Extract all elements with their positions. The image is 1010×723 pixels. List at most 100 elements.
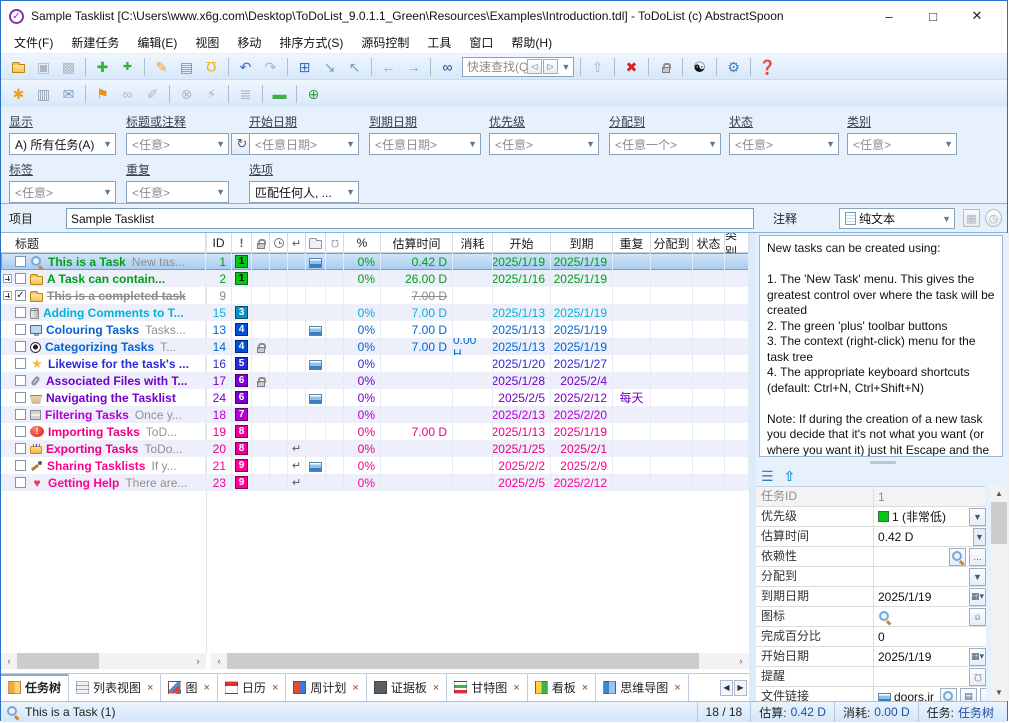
project-input[interactable] [66,208,754,229]
open-button[interactable]: ▤ [960,688,977,702]
filter-combo[interactable]: 匹配任何人, ...▼ [249,181,359,203]
attribute-value[interactable]: Ω [874,668,986,686]
column-header-clock[interactable] [270,233,288,253]
column-header-cat[interactable]: 类别 [725,233,749,253]
tab-图[interactable]: 图× [161,674,217,701]
new-tasklist-button[interactable]: ✱ [6,83,31,105]
menu-item-0[interactable]: 文件(F) [5,32,62,53]
spin-button[interactable]: ▼ [973,528,986,546]
expand-icon[interactable] [3,274,12,283]
tab-close-icon[interactable]: × [203,682,209,694]
task-row[interactable]: A Task can contain...210%26.00 D2025/1/1… [1,270,749,287]
filter-combo[interactable]: <任意>▼ [729,133,839,155]
tab-证据板[interactable]: 证据板× [367,674,447,701]
close-button[interactable]: ✕ [955,2,999,30]
expand-icon[interactable] [3,291,12,300]
attribute-value[interactable]: 0 [874,630,986,644]
scroll-right-icon[interactable]: › [733,653,749,669]
scroll-left-icon[interactable]: ‹ [211,653,227,669]
task-checkbox[interactable] [15,409,26,420]
filter-combo[interactable]: <任意>▼ [9,181,116,203]
task-checkbox[interactable] [15,273,26,284]
filter-combo[interactable]: <任意>▼ [847,133,957,155]
chevron-down-icon[interactable]: ▼ [559,62,573,72]
column-header-status[interactable]: 状态 [693,233,725,253]
column-header-est[interactable]: 估算时间 [381,233,453,253]
save-all-button[interactable]: ▩ [56,56,81,78]
task-checkbox[interactable] [15,460,26,471]
task-row[interactable]: Associated Files with T...1760%2025/1/28… [1,372,749,389]
attribute-value[interactable]: doors.jr▤▼ [874,688,986,702]
column-header-due[interactable]: 到期 [551,233,613,253]
outdent-task-button[interactable]: ↖ [342,56,367,78]
menu-item-9[interactable]: 帮助(H) [502,32,561,53]
tab-甘特图[interactable]: 甘特图× [447,674,527,701]
scroll-left-icon[interactable]: ‹ [1,653,17,669]
menu-item-5[interactable]: 排序方式(S) [270,32,352,53]
tab-思维导图[interactable]: 思维导图× [596,674,688,701]
task-row[interactable]: Categorizing TasksT...1440%7.00 D0.00 H2… [1,338,749,355]
undo-button[interactable]: ↶ [233,56,258,78]
attributes-vscrollbar[interactable]: ▲ ▼ [991,486,1007,701]
menu-item-3[interactable]: 视图 [186,32,228,53]
attribute-value[interactable]: 1 (非常低)▼ [874,508,986,526]
scroll-down-icon[interactable]: ▼ [991,685,1007,701]
search-button[interactable] [949,548,966,566]
menu-item-8[interactable]: 窗口 [460,32,502,53]
scroll-track[interactable] [227,653,733,669]
tab-日历[interactable]: 日历× [218,674,286,701]
task-checkbox[interactable] [15,477,26,488]
filter-combo[interactable]: <任意一个>▼ [609,133,721,155]
nav-forward-button[interactable]: → [401,56,426,78]
column-header-start[interactable]: 开始 [493,233,551,253]
bell-button[interactable]: Ω [969,668,986,686]
save-button[interactable]: ▣ [31,56,56,78]
tab-任务树[interactable]: 任务树 [1,674,69,701]
tab-close-icon[interactable]: × [433,682,439,694]
task-row[interactable]: Sharing TasklistsIf y...219↵0%2025/2/220… [1,457,749,474]
filter-combo[interactable]: <任意>▼ [126,181,229,203]
toggle-theme-button[interactable]: ☯ [687,56,712,78]
task-checkbox[interactable] [15,443,26,454]
column-header-assign[interactable]: 分配到 [651,233,693,253]
scroll-thumb[interactable] [227,653,699,669]
task-row[interactable]: Filtering TasksOnce y...1870%2025/2/1320… [1,406,749,423]
menu-item-1[interactable]: 新建任务 [62,32,128,53]
preferences-gear-button[interactable]: ⚙ [721,56,746,78]
task-checkbox[interactable] [15,324,26,335]
menu-item-7[interactable]: 工具 [418,32,460,53]
maximize-view-button[interactable]: ⊞ [292,56,317,78]
sort-attributes-icon[interactable]: ⇧ [784,468,796,485]
task-title-cell[interactable]: !Importing TasksToD... [1,423,206,440]
redo-button[interactable]: ↷ [258,56,283,78]
sort-button[interactable]: ⇧ [585,56,610,78]
column-header-recur[interactable]: 重复 [613,233,651,253]
tab-close-icon[interactable]: × [513,682,519,694]
comments-clock-button[interactable]: ◷ [985,209,1002,227]
task-title-cell[interactable]: Colouring TasksTasks... [1,321,206,338]
maximize-button[interactable]: □ [911,2,955,30]
find-tasks-button[interactable]: ∞ [435,56,460,78]
combo-button[interactable]: ▼ [980,688,986,702]
calendar-button[interactable]: ▦▾ [969,648,986,666]
attribute-list-icon[interactable]: ☰ [761,468,774,485]
combo-button[interactable]: ▼ [969,508,986,526]
attribute-value[interactable]: 1 [874,490,986,504]
task-checkbox[interactable] [15,426,26,437]
menu-item-4[interactable]: 移动 [228,32,270,53]
tab-close-icon[interactable]: × [352,682,358,694]
lock-button[interactable] [653,56,678,78]
calendar-button[interactable]: ▦▾ [969,588,986,606]
column-header-pct[interactable]: % [344,233,381,253]
filter-combo[interactable]: A) 所有任务(A)▼ [9,133,116,155]
scroll-thumb[interactable] [17,653,99,669]
smiley-button[interactable]: ☺ [969,608,986,626]
open-tasklist-button[interactable] [6,56,31,78]
task-checkbox[interactable] [15,341,26,352]
task-checkbox[interactable] [15,375,26,386]
tab-close-icon[interactable]: × [674,682,680,694]
task-row[interactable]: ✓This is a completed task97.00 D [1,287,749,304]
do-now-button[interactable]: ⚡ [199,83,224,105]
new-task-button[interactable]: ✚ [90,56,115,78]
filter-combo[interactable]: <任意日期>▼ [369,133,481,155]
